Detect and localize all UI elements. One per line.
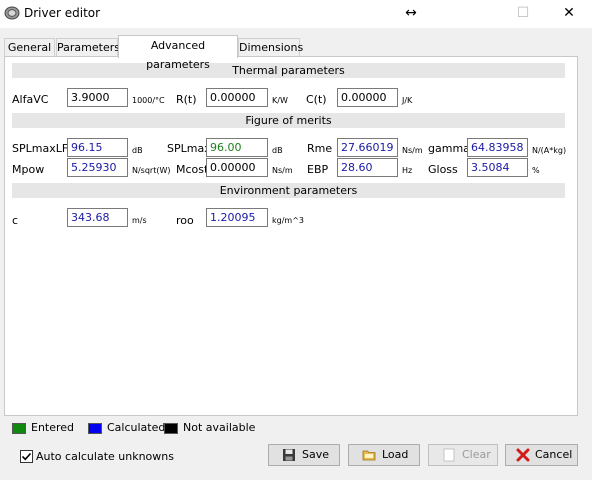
rt-unit: K/W xyxy=(272,96,288,105)
tab-label: Parameters xyxy=(57,41,120,54)
roo-field[interactable]: 1.20095 xyxy=(206,208,268,227)
rme-label: Rme xyxy=(307,142,333,155)
ebp-label: EBP xyxy=(307,163,329,176)
section-header-environment: Environment parameters xyxy=(12,183,565,198)
legend-calculated-label: Calculated xyxy=(107,421,166,434)
tab-parameters[interactable]: Parameters xyxy=(56,38,120,57)
tab-label: Dimensions xyxy=(239,41,304,54)
tab-label: Advanced parameters xyxy=(146,39,210,71)
cancel-button-label: Cancel xyxy=(535,448,573,461)
alfavc-field[interactable]: 3.9000 xyxy=(67,88,128,107)
not-available-swatch xyxy=(164,423,178,434)
section-header-thermal: Thermal parameters xyxy=(12,63,565,78)
alfavc-label: AlfaVC xyxy=(12,93,49,106)
gamma-field[interactable]: 64.83958 xyxy=(467,138,528,157)
mpow-label: Mpow xyxy=(12,163,45,176)
restore-icon: ↔ xyxy=(405,5,417,21)
ct-field[interactable]: 0.00000 xyxy=(337,88,398,107)
floppy-disk-icon xyxy=(282,448,296,462)
advanced-parameters-panel xyxy=(4,56,578,416)
mpow-field[interactable]: 5.25930 xyxy=(67,158,128,177)
maximize-button[interactable]: ☐ xyxy=(500,0,546,28)
legend-entered-label: Entered xyxy=(31,421,75,434)
c-field[interactable]: 343.68 xyxy=(67,208,128,227)
close-icon: ✕ xyxy=(563,5,575,21)
clear-button[interactable]: Clear xyxy=(428,444,498,466)
splmax-label: SPLmax xyxy=(167,142,211,155)
maximize-icon: ☐ xyxy=(516,5,530,21)
rt-label: R(t) xyxy=(176,93,197,106)
calculated-swatch xyxy=(88,423,102,434)
splmaxlf-unit: dB xyxy=(132,146,143,155)
entered-swatch xyxy=(12,423,26,434)
mcost-field[interactable]: 0.00000 xyxy=(206,158,268,177)
auto-calculate-label[interactable]: Auto calculate unknowns xyxy=(36,450,174,464)
load-button-label: Load xyxy=(382,448,409,461)
mcost-label: Mcost xyxy=(176,163,209,176)
tab-label: General xyxy=(7,41,52,54)
splmax-unit: dB xyxy=(272,146,283,155)
gloss-unit: % xyxy=(532,166,540,175)
gamma-unit: N/(A*kg) xyxy=(532,146,567,155)
tab-general[interactable]: General xyxy=(4,38,55,57)
mpow-unit: N/sqrt(W) xyxy=(132,166,171,175)
c-unit: m/s xyxy=(132,216,147,225)
save-button[interactable]: Save xyxy=(268,444,340,466)
section-header-merits: Figure of merits xyxy=(12,113,565,128)
speaker-app-icon xyxy=(4,6,20,20)
gamma-label: gamma xyxy=(428,142,470,155)
tab-advanced-parameters[interactable]: Advanced parameters xyxy=(118,35,238,71)
save-button-label: Save xyxy=(302,448,330,461)
mcost-unit: Ns/m xyxy=(272,166,293,175)
auto-calculate-checkbox[interactable] xyxy=(20,450,33,463)
splmaxlf-field[interactable]: 96.15 xyxy=(67,138,128,157)
ct-label: C(t) xyxy=(306,93,327,106)
roo-unit: kg/m^3 xyxy=(272,216,304,225)
red-x-icon xyxy=(516,448,530,462)
cancel-button[interactable]: Cancel xyxy=(505,444,578,466)
roo-label: roo xyxy=(176,214,194,227)
rt-field[interactable]: 0.00000 xyxy=(206,88,268,107)
close-button[interactable]: ✕ xyxy=(546,0,592,28)
load-button[interactable]: Load xyxy=(348,444,420,466)
clear-button-label: Clear xyxy=(462,448,491,461)
ebp-field[interactable]: 28.60 xyxy=(337,158,398,177)
c-label: c xyxy=(12,214,19,227)
checkmark-icon xyxy=(21,452,32,461)
blank-page-icon xyxy=(442,448,456,462)
folder-icon xyxy=(362,448,376,462)
splmax-field[interactable]: 96.00 xyxy=(206,138,268,157)
ct-unit: J/K xyxy=(402,96,413,105)
ebp-unit: Hz xyxy=(402,166,413,175)
rme-field[interactable]: 27.66019 xyxy=(337,138,398,157)
alfavc-unit: 1000/°C xyxy=(132,96,165,105)
window-title: Driver editor xyxy=(24,6,101,20)
rme-unit: Ns/m xyxy=(402,146,423,155)
tab-dimensions[interactable]: Dimensions xyxy=(238,38,304,57)
legend-not-available-label: Not available xyxy=(183,421,256,434)
gloss-field[interactable]: 3.5084 xyxy=(467,158,528,177)
splmaxlf-label: SPLmaxLF xyxy=(12,142,69,155)
gloss-label: Gloss xyxy=(428,163,458,176)
restore-button[interactable]: ↔ xyxy=(388,0,434,28)
